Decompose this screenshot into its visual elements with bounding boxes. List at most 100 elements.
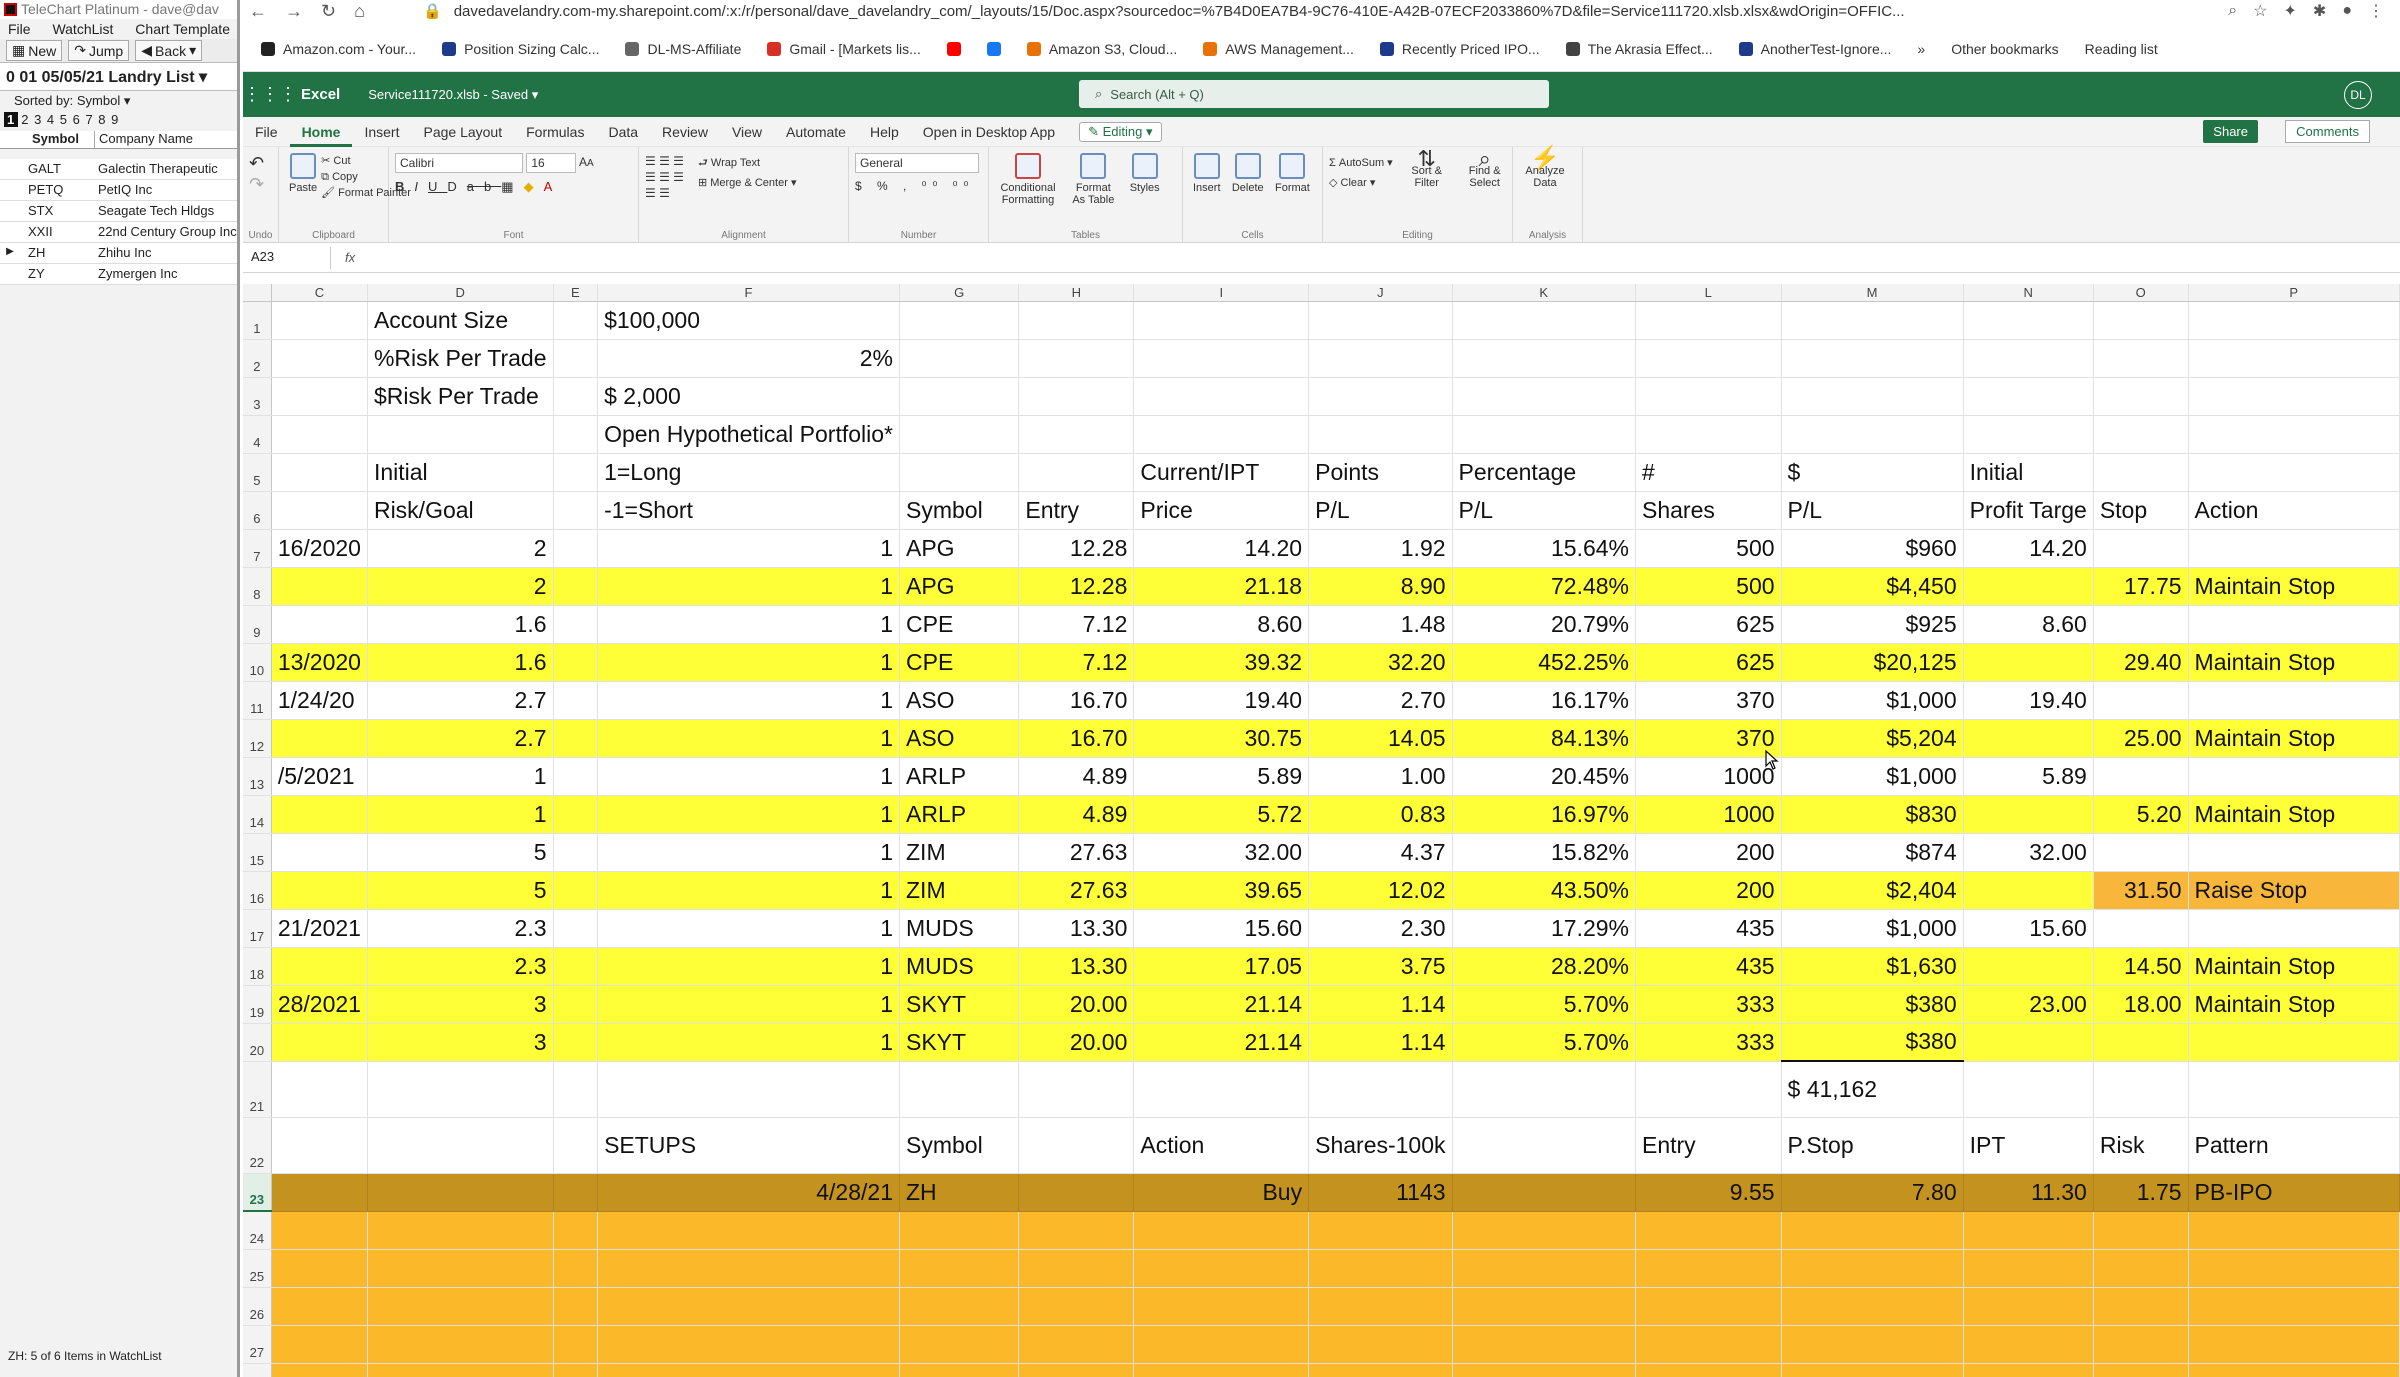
cell-I8[interactable]: 21.18 [1133, 567, 1310, 606]
cell-K13[interactable]: 20.45% [1452, 757, 1637, 796]
cell-H27[interactable] [1018, 1325, 1135, 1364]
cell-L14[interactable]: 1000 [1635, 795, 1782, 834]
cell-G1[interactable] [899, 301, 1020, 340]
cell-D18[interactable]: 2.3 [367, 947, 554, 986]
reload-icon[interactable]: ↻ [321, 1, 336, 22]
cell-H20[interactable]: 20.00 [1018, 1023, 1135, 1062]
cell-K1[interactable] [1452, 301, 1637, 340]
italic-icon[interactable]: I [414, 179, 428, 194]
app-launcher-icon[interactable]: ⋮⋮⋮ [243, 84, 297, 105]
cell-M24[interactable] [1781, 1211, 1964, 1250]
cell-F28[interactable] [597, 1363, 900, 1377]
cell-F18[interactable]: 1 [597, 947, 900, 986]
cell-K4[interactable] [1452, 415, 1637, 454]
cell-J7[interactable]: 1.92 [1308, 529, 1453, 568]
cell-H7[interactable]: 12.28 [1018, 529, 1135, 568]
cell-C13[interactable]: /5/2021 [271, 757, 368, 796]
cell-H9[interactable]: 7.12 [1018, 605, 1135, 644]
cell-N25[interactable] [1963, 1249, 2094, 1288]
cell-G14[interactable]: ARLP [899, 795, 1020, 834]
column-header[interactable]: L [1635, 284, 1782, 302]
cell-L28[interactable] [1635, 1363, 1782, 1377]
row-header[interactable]: 19 [243, 985, 272, 1024]
cell-G20[interactable]: SKYT [899, 1023, 1020, 1062]
other-bookmarks[interactable]: Other bookmarks [1951, 41, 2058, 57]
cell-L20[interactable]: 333 [1635, 1023, 1782, 1062]
menu-chart-template[interactable]: Chart Template [135, 21, 230, 37]
cell-F3[interactable]: $ 2,000 [597, 377, 900, 416]
cell-F17[interactable]: 1 [597, 909, 900, 948]
cell-G19[interactable]: SKYT [899, 985, 1020, 1024]
strikethrough-icon[interactable]: ab [467, 179, 501, 194]
wrap-text-button[interactable]: ⮐ Wrap Text [698, 153, 797, 173]
cell-O11[interactable] [2093, 681, 2189, 720]
cell-G9[interactable]: CPE [899, 605, 1020, 644]
cell-P14[interactable]: Maintain Stop [2188, 795, 2400, 834]
cell-E15[interactable] [553, 833, 599, 872]
cell-E17[interactable] [553, 909, 599, 948]
column-header[interactable]: N [1963, 284, 2094, 302]
row-header[interactable]: 14 [243, 795, 272, 834]
cell-J2[interactable] [1308, 339, 1453, 378]
cell-P11[interactable] [2188, 681, 2400, 720]
clear-button[interactable]: ◇ Clear ▾ [1329, 173, 1393, 193]
cell-I25[interactable] [1133, 1249, 1310, 1288]
cell-F1[interactable]: $100,000 [597, 301, 900, 340]
cell-L16[interactable]: 200 [1635, 871, 1782, 910]
cell-C15[interactable] [271, 833, 368, 872]
column-header[interactable]: G [899, 284, 1020, 302]
forward-arrow-icon[interactable]: → [285, 1, 303, 22]
cell-O14[interactable]: 5.20 [2093, 795, 2189, 834]
cell-L1[interactable] [1635, 301, 1782, 340]
cell-P8[interactable]: Maintain Stop [2188, 567, 2400, 606]
cell-P2[interactable] [2188, 339, 2400, 378]
cell-P15[interactable] [2188, 833, 2400, 872]
underline-icon[interactable]: U [428, 179, 447, 194]
puzzle-icon[interactable]: ✱ [2313, 1, 2326, 21]
cell-J11[interactable]: 2.70 [1308, 681, 1453, 720]
cell-M1[interactable] [1781, 301, 1964, 340]
cell-K27[interactable] [1452, 1325, 1637, 1364]
cell-F9[interactable]: 1 [597, 605, 900, 644]
cell-K19[interactable]: 5.70% [1452, 985, 1637, 1024]
cell-J4[interactable] [1308, 415, 1453, 454]
cell-G18[interactable]: MUDS [899, 947, 1020, 986]
cell-J15[interactable]: 4.37 [1308, 833, 1453, 872]
row-header[interactable]: 3 [243, 377, 272, 416]
row-header[interactable]: 21 [243, 1061, 272, 1118]
cell-E25[interactable] [553, 1249, 599, 1288]
cell-F13[interactable]: 1 [597, 757, 900, 796]
cell-O27[interactable] [2093, 1325, 2189, 1364]
column-header[interactable]: O [2093, 284, 2189, 302]
cell-D5[interactable]: Initial [367, 453, 554, 492]
cell-O7[interactable] [2093, 529, 2189, 568]
row-header[interactable]: 25 [243, 1249, 272, 1288]
cell-L9[interactable]: 625 [1635, 605, 1782, 644]
cell-K6[interactable]: P/L [1452, 491, 1637, 530]
cell-K7[interactable]: 15.64% [1452, 529, 1637, 568]
cell-F14[interactable]: 1 [597, 795, 900, 834]
cell-P25[interactable] [2188, 1249, 2400, 1288]
cell-O26[interactable] [2093, 1287, 2189, 1326]
cell-O5[interactable] [2093, 453, 2189, 492]
cell-G11[interactable]: ASO [899, 681, 1020, 720]
cell-K28[interactable] [1452, 1363, 1637, 1377]
cell-K9[interactable]: 20.79% [1452, 605, 1637, 644]
name-box[interactable]: A23 [247, 246, 331, 269]
cell-D1[interactable]: Account Size [367, 301, 554, 340]
cell-E16[interactable] [553, 871, 599, 910]
cell-E26[interactable] [553, 1287, 599, 1326]
fill-color-icon[interactable]: ◆ [524, 179, 544, 194]
cell-F27[interactable] [597, 1325, 900, 1364]
cell-M28[interactable] [1781, 1363, 1964, 1377]
cell-E10[interactable] [553, 643, 599, 682]
cell-E3[interactable] [553, 377, 599, 416]
cell-N11[interactable]: 19.40 [1963, 681, 2094, 720]
cell-I17[interactable]: 15.60 [1133, 909, 1310, 948]
cell-O3[interactable] [2093, 377, 2189, 416]
cell-M16[interactable]: $2,404 [1781, 871, 1964, 910]
spreadsheet-grid[interactable]: C D E F G H I J K L M N O P 1 Account Size $100,000 2 %Ris… [243, 284, 2400, 1377]
cell-E9[interactable] [553, 605, 599, 644]
cell-C10[interactable]: 13/2020 [271, 643, 368, 682]
cell-K3[interactable] [1452, 377, 1637, 416]
